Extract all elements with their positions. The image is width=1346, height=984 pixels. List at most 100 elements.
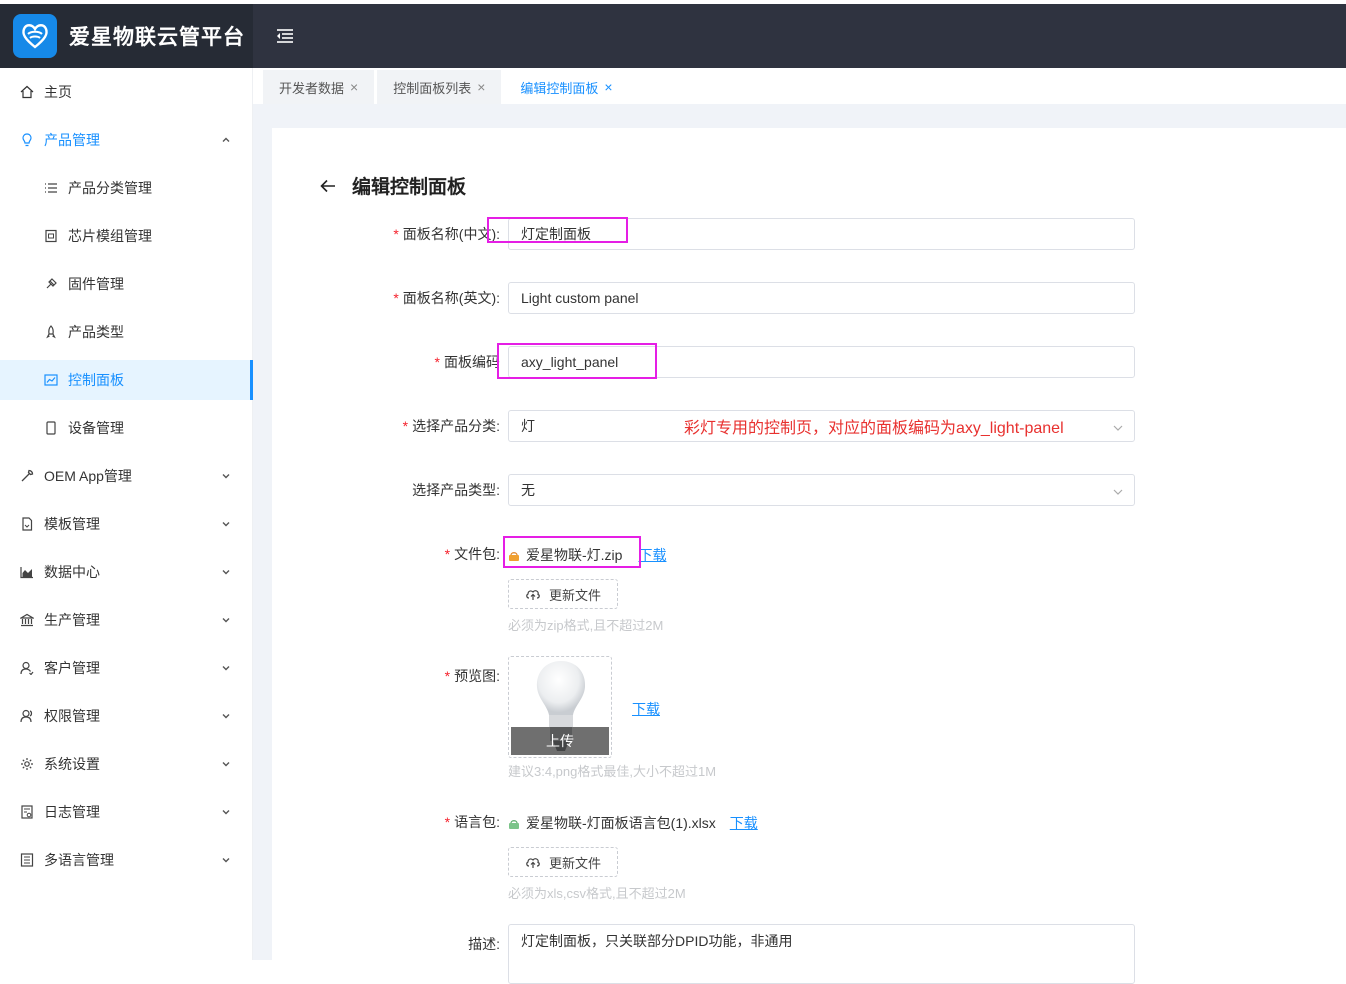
app-title: 爱星物联云管平台 [69, 26, 245, 49]
desc-label: 描述: [468, 936, 500, 952]
sidebar-item-settings[interactable]: 系统设置 [0, 740, 252, 788]
form-card [272, 128, 1346, 960]
sidebar-item-control-panel[interactable]: 控制面板 [0, 360, 253, 400]
close-icon[interactable]: × [477, 79, 485, 95]
preview-label: * 预览图: [444, 668, 500, 684]
tab-developer-data[interactable]: 开发者数据 × [263, 70, 375, 104]
lang-pkg-name[interactable]: 爱星物联-灯面板语言包(1).xlsx [526, 813, 716, 833]
cloud-upload-icon [525, 587, 541, 601]
sidebar-item-production[interactable]: 生产管理 [0, 596, 252, 644]
sidebar-item-label: OEM App管理 [44, 468, 132, 484]
sidebar-item-customer[interactable]: 客户管理 [0, 644, 252, 692]
tab-edit-panel[interactable]: 编辑控制面板 × [504, 70, 629, 104]
update-label: 更新文件 [548, 587, 601, 603]
sidebar-item-label: 产品分类管理 [68, 180, 152, 196]
logo-bar: 爱星物联云管平台 [0, 4, 253, 68]
sidebar-item-label: 系统设置 [44, 756, 100, 772]
sidebar-item-product-type[interactable]: 产品类型 [0, 308, 252, 356]
tab-panel-list[interactable]: 控制面板列表 × [377, 70, 502, 104]
cloud-upload-icon [525, 855, 541, 869]
excel-file-icon [508, 817, 520, 829]
desc-textarea[interactable]: 灯定制面板，只关联部分DPID功能，非通用 [508, 924, 1135, 984]
sidebar-item-label: 生产管理 [44, 612, 100, 628]
lang-pkg-hint: 必须为xls,csv格式,且不超过2M [508, 886, 686, 901]
close-icon[interactable]: × [604, 79, 612, 95]
rocket-icon [44, 325, 58, 339]
wrench-icon [20, 469, 34, 483]
sidebar-item-label: 控制面板 [68, 372, 124, 388]
sidebar-item-template[interactable]: 模板管理 [0, 500, 252, 548]
template-icon [20, 517, 34, 531]
sidebar-item-label: 客户管理 [44, 660, 100, 676]
sidebar-item-log[interactable]: 日志管理 [0, 788, 252, 836]
name-en-input[interactable]: Light custom panel [508, 282, 1135, 314]
chevron-up-icon [220, 134, 232, 146]
category-label: * 选择产品分类: [402, 418, 500, 434]
chip-icon [44, 229, 58, 243]
sidebar-item-permission[interactable]: 权限管理 [0, 692, 252, 740]
sidebar-item-language[interactable]: 多语言管理 [0, 836, 252, 884]
page-title: 编辑控制面板 [318, 172, 466, 199]
sidebar-item-oem-app[interactable]: OEM App管理 [0, 452, 252, 500]
highlight-box [497, 343, 657, 379]
preview-hint: 建议3:4,png格式最佳,大小不超过1M [508, 764, 717, 779]
sidebar-item-chip[interactable]: 芯片模组管理 [0, 212, 252, 260]
sidebar-item-label: 芯片模组管理 [68, 228, 152, 244]
lang-pkg-line: 爱星物联-灯面板语言包(1).xlsx 下载 [508, 813, 758, 833]
chevron-down-icon [220, 566, 232, 578]
chart-icon [44, 373, 58, 387]
update-label: 更新文件 [548, 855, 601, 871]
preview-upload-button[interactable]: 上传 [511, 727, 609, 755]
preview-image-box[interactable]: 上传 [508, 656, 612, 758]
lang-pkg-update-button[interactable]: 更新文件 [508, 847, 618, 877]
sidebar-item-firmware[interactable]: 固件管理 [0, 260, 252, 308]
logo-icon [13, 14, 57, 58]
menu-fold-icon[interactable] [273, 24, 297, 48]
file-pkg-update-button[interactable]: 更新文件 [508, 579, 618, 609]
file-pkg-label: * 文件包: [444, 546, 500, 562]
sidebar-item-label: 多语言管理 [44, 852, 114, 868]
chevron-down-icon [220, 806, 232, 818]
annotation-text: 彩灯专用的控制页，对应的面板编码为axy_light-panel [684, 420, 1064, 437]
preview-download-link[interactable]: 下载 [632, 699, 660, 719]
sidebar-item-category[interactable]: 产品分类管理 [0, 164, 252, 212]
log-icon [20, 805, 34, 819]
tab-label: 开发者数据 [279, 80, 345, 96]
lang-pkg-label: * 语言包: [444, 814, 500, 830]
chevron-down-icon [1112, 485, 1124, 497]
sidebar-item-home[interactable]: 主页 [0, 68, 252, 116]
chevron-down-icon [220, 614, 232, 626]
page-title-text: 编辑控制面板 [352, 177, 467, 198]
chevron-down-icon [1112, 421, 1124, 433]
file-pkg-hint: 必须为zip格式,且不超过2M [508, 618, 664, 633]
sidebar-item-label: 日志管理 [44, 804, 100, 820]
sidebar-item-label: 固件管理 [68, 276, 124, 292]
sidebar-item-label: 权限管理 [44, 708, 100, 724]
chevron-down-icon [220, 470, 232, 482]
sidebar-item-label: 产品类型 [68, 324, 124, 340]
chevron-down-icon [220, 854, 232, 866]
name-en-label: * 面板名称(英文): [393, 290, 500, 306]
chevron-down-icon [220, 710, 232, 722]
sidebar-item-data-center[interactable]: 数据中心 [0, 548, 252, 596]
chevron-down-icon [220, 758, 232, 770]
type-label: 选择产品类型: [412, 482, 500, 498]
file-pkg-download-link[interactable]: 下载 [638, 545, 666, 565]
sidebar-item-device[interactable]: 设备管理 [0, 404, 252, 452]
tab-label: 编辑控制面板 [520, 80, 599, 96]
type-value: 无 [521, 482, 535, 498]
sidebar-item-product[interactable]: 产品管理 [0, 116, 252, 164]
type-select[interactable]: 无 [508, 474, 1135, 506]
back-arrow-icon[interactable] [318, 176, 338, 196]
user-icon [20, 661, 34, 675]
chevron-down-icon [220, 662, 232, 674]
list-icon [44, 181, 58, 195]
tabs-bar: 开发者数据 × 控制面板列表 × 编辑控制面板 × [253, 68, 1346, 104]
sidebar-item-label: 设备管理 [68, 420, 124, 436]
lang-pkg-download-link[interactable]: 下载 [730, 813, 758, 833]
home-icon [20, 85, 34, 99]
highlight-box [487, 217, 628, 243]
bulb-icon [20, 133, 34, 147]
gear-icon [20, 757, 34, 771]
close-icon[interactable]: × [350, 79, 358, 95]
